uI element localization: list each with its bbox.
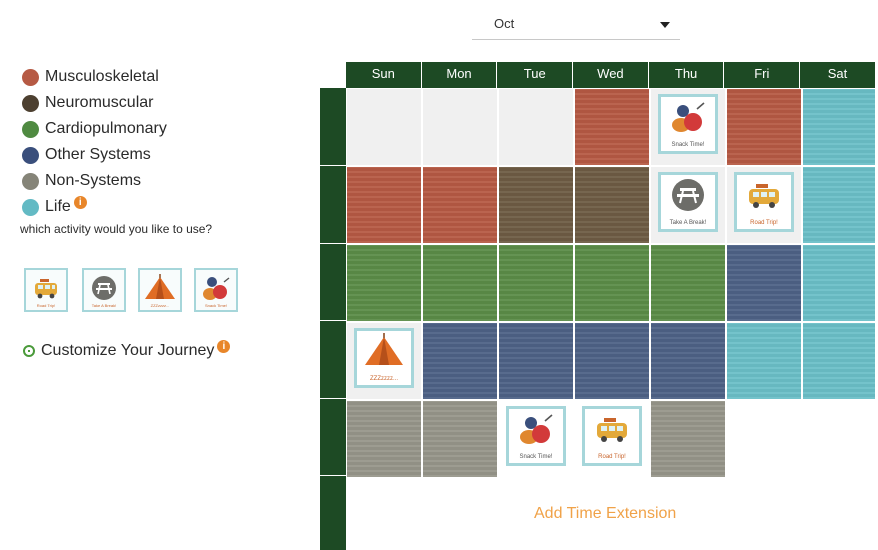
snack-time-icon bbox=[672, 102, 705, 132]
add-time-extension-button[interactable]: Add Time Extension bbox=[534, 505, 676, 523]
road-trip-icon bbox=[597, 418, 627, 442]
calendar-day-cell-musculoskeletal[interactable] bbox=[346, 166, 422, 244]
activity-label: ZZZzzzz... bbox=[150, 303, 170, 308]
activity-label: Snack Time! bbox=[204, 303, 227, 308]
activity-question: which activity would you like to use? bbox=[20, 222, 213, 236]
calendar-day-cell-musculoskeletal[interactable] bbox=[422, 166, 498, 244]
legend-item-musculoskeletal[interactable]: Musculoskeletal bbox=[22, 64, 167, 90]
week-divider bbox=[320, 243, 346, 244]
week-divider bbox=[320, 475, 346, 476]
legend-label: Neuromuscular bbox=[45, 94, 154, 111]
calendar-day-cell-cardiopulmonary[interactable] bbox=[422, 244, 498, 322]
week-divider bbox=[320, 320, 346, 321]
legend-label: Musculoskeletal bbox=[45, 68, 159, 85]
month-select[interactable]: Oct bbox=[472, 8, 680, 40]
activity-tent[interactable]: ZZZzzzz... bbox=[138, 268, 182, 312]
musculoskeletal-dot-icon bbox=[22, 68, 39, 86]
placed-take-a-break-tile[interactable]: Take A Break! bbox=[658, 172, 718, 232]
tile-label: Road Trip! bbox=[750, 220, 778, 226]
tile-label: Take A Break! bbox=[669, 220, 707, 226]
activity-take-a-break[interactable]: Take A Break! bbox=[82, 268, 126, 312]
legend-label: Non-Systems bbox=[45, 172, 142, 189]
info-icon[interactable]: i bbox=[217, 339, 231, 353]
calendar-header: Sun Mon Tue Wed Thu Fri Sat bbox=[346, 62, 876, 88]
calendar-day-cell-cardiopulmonary[interactable] bbox=[346, 244, 422, 322]
calendar-day-cell-life[interactable] bbox=[802, 322, 876, 400]
legend-label: Life bbox=[45, 198, 71, 215]
day-header-wed: Wed bbox=[573, 62, 649, 88]
cardiopulmonary-dot-icon bbox=[22, 120, 39, 138]
activity-label: Road Trip! bbox=[36, 303, 56, 308]
calendar-day-cell-life[interactable] bbox=[802, 244, 876, 322]
compass-icon bbox=[23, 345, 35, 357]
calendar-day-cell-neuromuscular[interactable] bbox=[574, 166, 650, 244]
calendar-day-cell-other-systems[interactable] bbox=[650, 322, 726, 400]
tile-label: Snack Time! bbox=[519, 454, 553, 460]
legend-item-neuromuscular[interactable]: Neuromuscular bbox=[22, 90, 167, 116]
calendar-day-cell-other-systems[interactable] bbox=[498, 322, 574, 400]
calendar-day-cell-cardiopulmonary[interactable] bbox=[574, 244, 650, 322]
other-systems-dot-icon bbox=[22, 146, 39, 164]
calendar-day-cell-other-systems[interactable] bbox=[726, 244, 802, 322]
placed-road-trip-tile[interactable]: Road Trip! bbox=[734, 172, 794, 232]
calendar-day-cell-non-systems[interactable] bbox=[346, 400, 422, 478]
activity-label: Take A Break! bbox=[91, 303, 117, 308]
take-a-break-icon bbox=[672, 179, 704, 211]
calendar-day-cell[interactable] bbox=[346, 88, 422, 166]
non-systems-dot-icon bbox=[22, 172, 39, 190]
legend-item-cardiopulmonary[interactable]: Cardiopulmonary bbox=[22, 116, 167, 142]
calendar-day-cell-musculoskeletal[interactable] bbox=[574, 88, 650, 166]
calendar-day-cell-life[interactable] bbox=[802, 88, 876, 166]
calendar-grid: Sun Mon Tue Wed Thu Fri Sat Snack Time! … bbox=[320, 62, 876, 550]
calendar-day-cell-life[interactable] bbox=[802, 166, 876, 244]
placed-tent-tile[interactable]: ZZZzzzz... bbox=[354, 328, 414, 388]
category-legend: Musculoskeletal Neuromuscular Cardiopulm… bbox=[22, 64, 167, 220]
tile-label: Road Trip! bbox=[598, 454, 626, 460]
day-header-fri: Fri bbox=[724, 62, 801, 88]
legend-label: Other Systems bbox=[45, 146, 151, 163]
calendar-day-cell-musculoskeletal[interactable] bbox=[726, 88, 802, 166]
week-divider bbox=[320, 398, 346, 399]
neuromuscular-dot-icon bbox=[22, 94, 39, 112]
tile-label: Snack Time! bbox=[671, 142, 705, 148]
activity-road-trip[interactable]: Road Trip! bbox=[24, 268, 68, 312]
calendar-day-cell-cardiopulmonary[interactable] bbox=[650, 244, 726, 322]
customize-journey-link[interactable]: Customize Your Journey i bbox=[23, 339, 231, 360]
calendar-day-cell-other-systems[interactable] bbox=[422, 322, 498, 400]
info-icon[interactable]: i bbox=[73, 195, 87, 209]
calendar-day-cell-neuromuscular[interactable] bbox=[498, 166, 574, 244]
activity-snack-time[interactable]: Snack Time! bbox=[194, 268, 238, 312]
day-header-sun: Sun bbox=[346, 62, 422, 88]
placed-snack-time-tile[interactable]: Snack Time! bbox=[658, 94, 718, 154]
snack-time-icon bbox=[520, 414, 553, 444]
day-header-mon: Mon bbox=[421, 62, 498, 88]
life-dot-icon bbox=[22, 198, 39, 216]
calendar-day-cell-cardiopulmonary[interactable] bbox=[498, 244, 574, 322]
calendar-day-cell-other-systems[interactable] bbox=[574, 322, 650, 400]
week-divider bbox=[320, 165, 346, 166]
day-header-tue: Tue bbox=[497, 62, 574, 88]
customize-journey-label: Customize Your Journey bbox=[41, 342, 215, 359]
legend-item-other-systems[interactable]: Other Systems bbox=[22, 142, 167, 168]
legend-label: Cardiopulmonary bbox=[45, 120, 167, 137]
chevron-down-icon[interactable] bbox=[660, 22, 670, 28]
day-header-sat: Sat bbox=[800, 62, 876, 88]
tent-icon bbox=[365, 333, 403, 365]
month-select-value: Oct bbox=[494, 16, 515, 31]
day-header-thu: Thu bbox=[648, 62, 725, 88]
road-trip-icon bbox=[749, 184, 779, 208]
calendar-day-cell[interactable] bbox=[422, 88, 498, 166]
legend-item-non-systems[interactable]: Non-Systems bbox=[22, 168, 167, 194]
calendar-day-cell-non-systems[interactable] bbox=[422, 400, 498, 478]
legend-item-life[interactable]: Life i bbox=[22, 194, 167, 220]
placed-snack-time-tile[interactable]: Snack Time! bbox=[506, 406, 566, 466]
calendar-day-cell-non-systems[interactable] bbox=[650, 400, 726, 478]
calendar-day-cell[interactable] bbox=[498, 88, 574, 166]
calendar-week-rail bbox=[320, 88, 346, 550]
placed-road-trip-tile[interactable]: Road Trip! bbox=[582, 406, 642, 466]
calendar-day-cell-life[interactable] bbox=[726, 322, 802, 400]
tile-label: ZZZzzzz... bbox=[370, 376, 398, 382]
